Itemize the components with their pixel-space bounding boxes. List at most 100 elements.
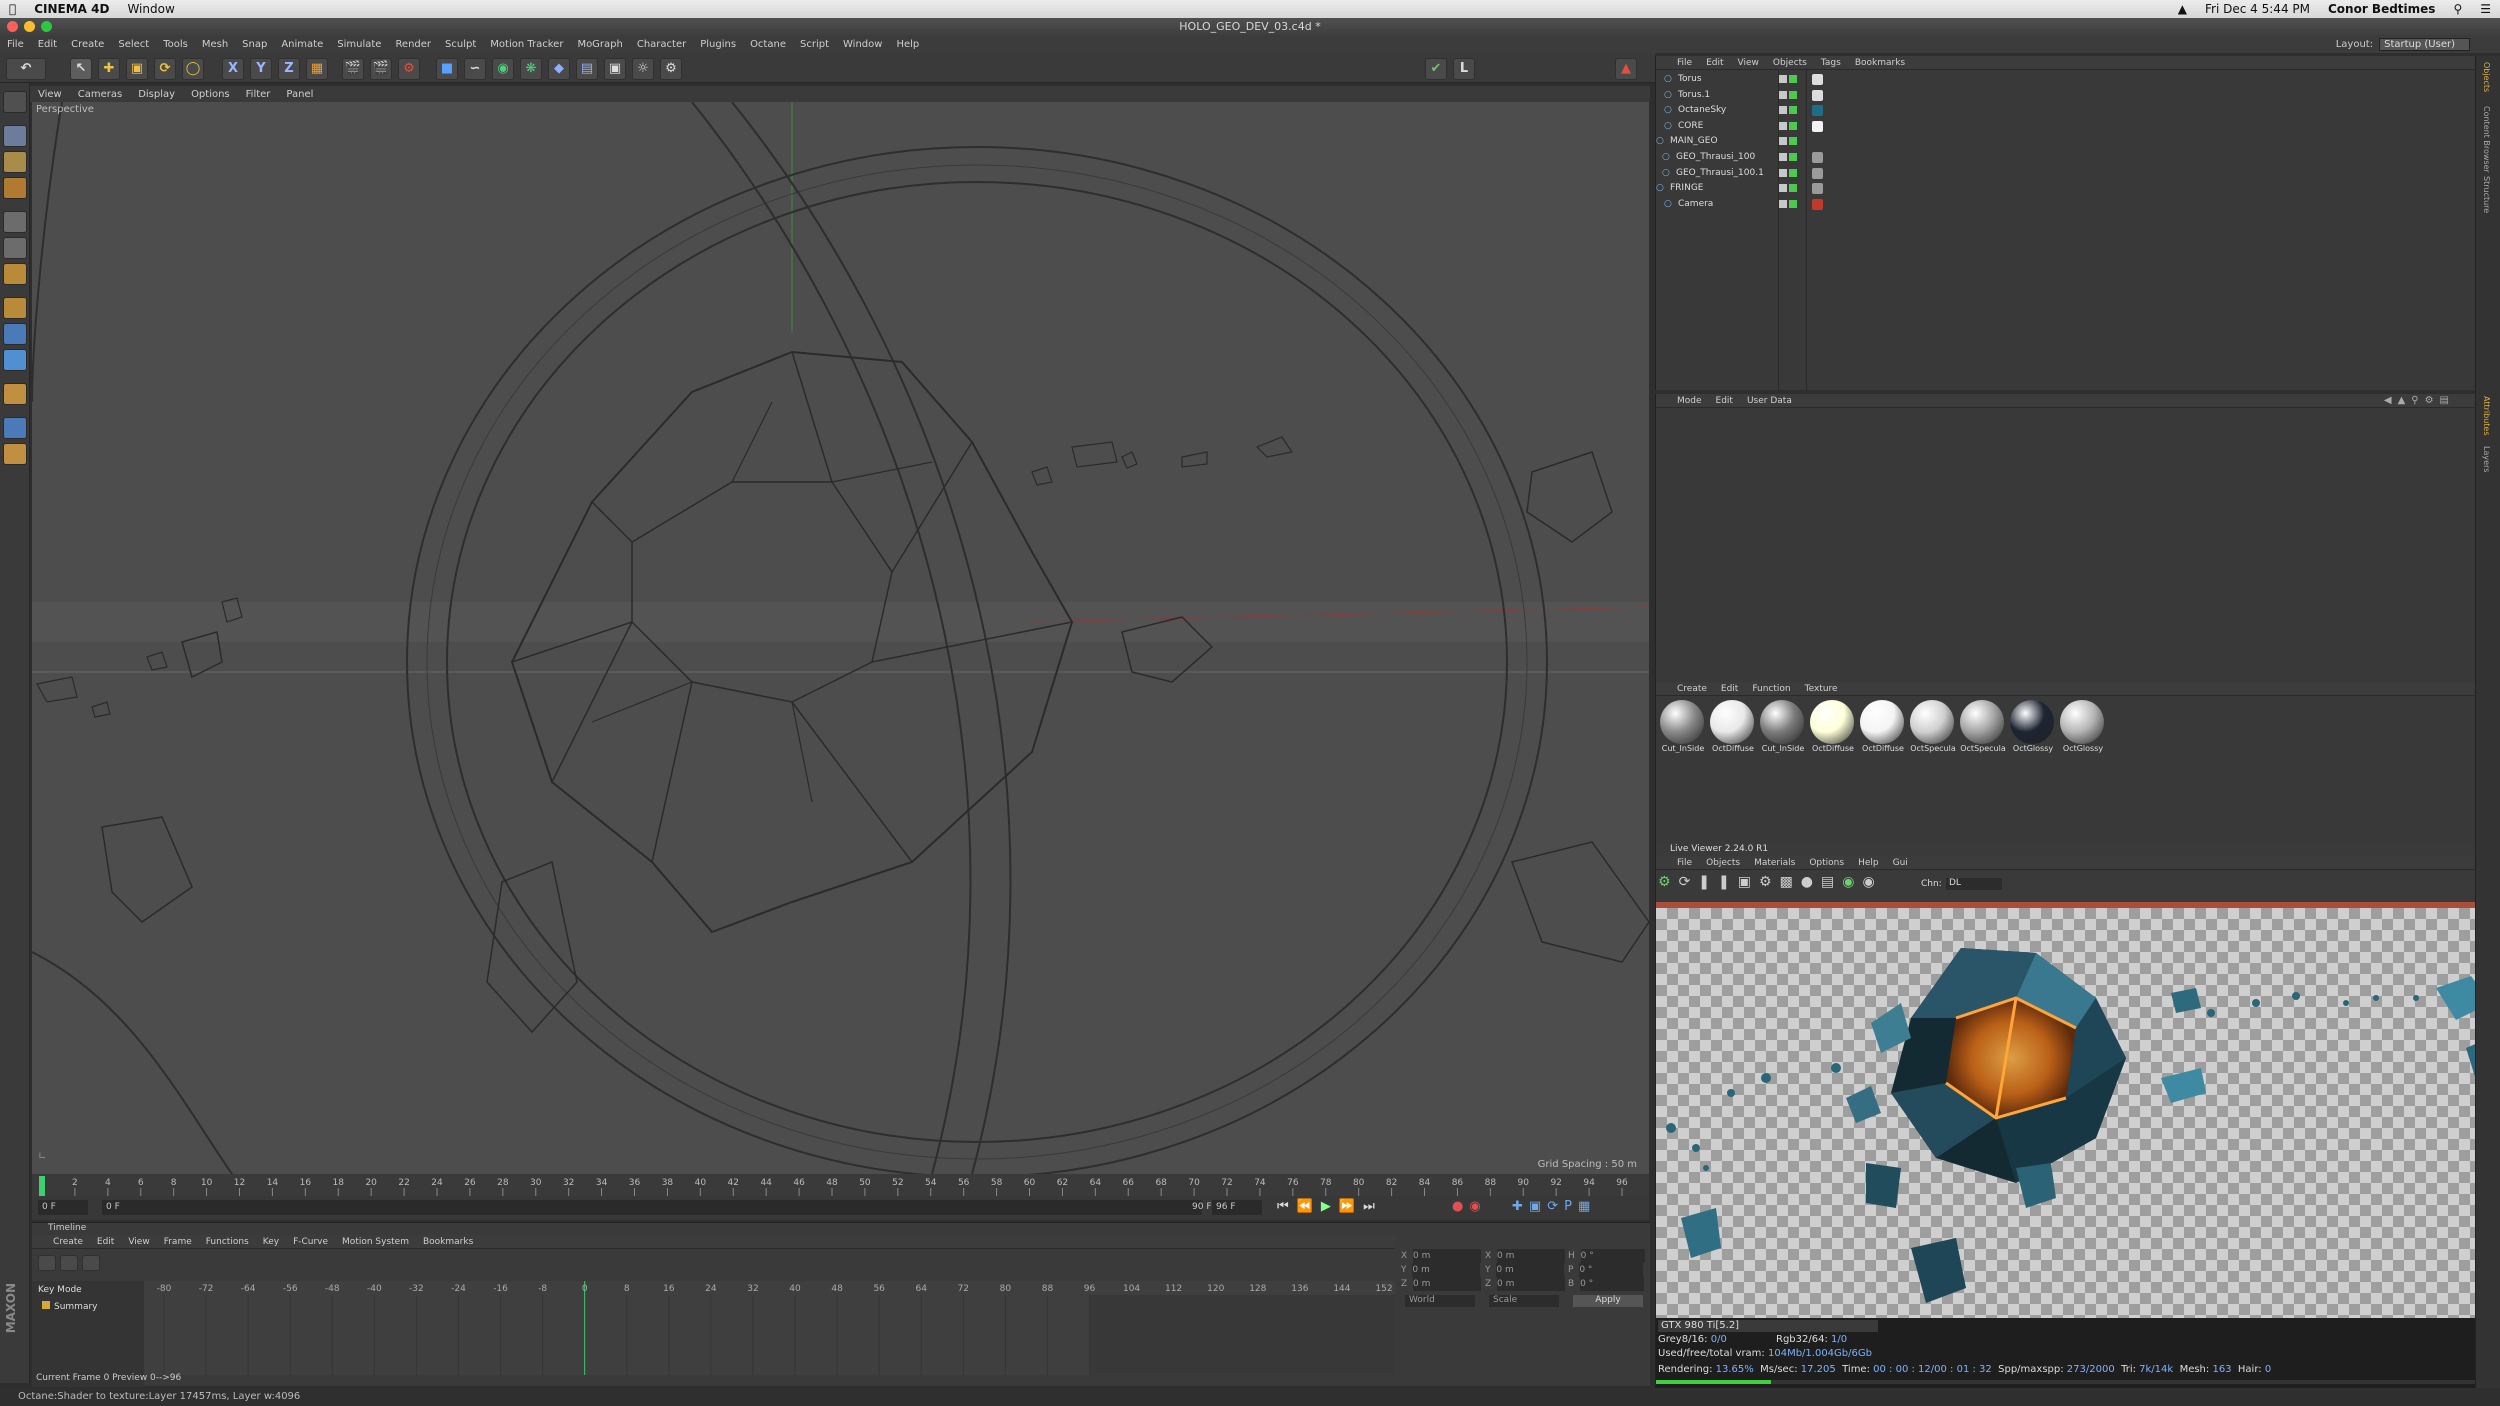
object-tag-icon[interactable] [1812, 167, 1823, 179]
axis-mode-icon[interactable] [3, 297, 27, 319]
rot-h-field[interactable]: 0 ° [1580, 1249, 1645, 1263]
tab-structure[interactable]: Structure [2482, 176, 2491, 213]
pause-icon[interactable]: ❚❚ [1698, 874, 1737, 890]
scale-icon[interactable]: ▣ [126, 58, 148, 80]
menu-plugins[interactable]: Plugins [693, 39, 743, 50]
lv-menu-gui[interactable]: Gui [1886, 858, 1915, 868]
object-tag-icon[interactable] [1812, 89, 1823, 101]
lock-icon[interactable]: L [1453, 58, 1475, 80]
timeline-menu-edit[interactable]: Edit [90, 1237, 121, 1247]
cube-icon[interactable]: ■ [436, 58, 458, 80]
rot-p-field[interactable]: 0 ° [1579, 1263, 1644, 1277]
render-settings-icon[interactable]: ⚙ [398, 58, 420, 80]
timeline-menu-view[interactable]: View [121, 1237, 156, 1247]
mat-menu-texture[interactable]: Texture [1798, 684, 1845, 694]
summary-row[interactable]: Summary [32, 1299, 144, 1314]
rotate-icon[interactable]: ⟳ [154, 58, 176, 80]
timeline-menu-frame[interactable]: Frame [157, 1237, 199, 1247]
coord-y-field[interactable]: 0 m [1412, 1263, 1481, 1277]
restart-icon[interactable]: ⟳ [1679, 874, 1699, 890]
go-start-icon[interactable]: ⏮ [1277, 1199, 1297, 1214]
pick-focus-icon[interactable]: ◉ [1842, 874, 1862, 890]
menu-mesh[interactable]: Mesh [195, 39, 235, 50]
menu-window[interactable]: Window [836, 39, 889, 50]
menu-render[interactable]: Render [388, 39, 438, 50]
om-menu-file[interactable]: File [1670, 58, 1699, 68]
record-icon[interactable]: ● [1452, 1199, 1469, 1214]
channel-dropdown[interactable]: DL [1946, 878, 2002, 890]
lv-menu-help[interactable]: Help [1851, 858, 1886, 868]
motion-mode-icon[interactable] [82, 1255, 100, 1271]
key-pla-icon[interactable]: ▦ [1578, 1199, 1596, 1214]
timeline-menu-motion-system[interactable]: Motion System [335, 1237, 416, 1247]
dopesheet-area[interactable]: -80-72-64-56-48-40-32-24-16-808162432404… [144, 1281, 1395, 1375]
object-row[interactable]: ○ GEO_Thrausi_100 [1656, 150, 2476, 165]
apple-icon[interactable]:  [0, 2, 25, 16]
tab-layers[interactable]: Layers [2482, 446, 2491, 472]
lv-menu-options[interactable]: Options [1802, 858, 1851, 868]
tab-attributes[interactable]: Attributes [2482, 396, 2491, 436]
visibility-toggle[interactable] [1779, 137, 1787, 146]
save-image-icon[interactable]: ▤ [1821, 874, 1842, 890]
send-scene-icon[interactable]: ⚙ [1658, 874, 1679, 890]
enable-checkmark-icon[interactable] [1789, 90, 1797, 99]
viewport-menu-view[interactable]: View [30, 89, 70, 100]
visibility-toggle[interactable] [1779, 121, 1787, 130]
key-scale-icon[interactable]: ▣ [1529, 1199, 1547, 1214]
object-row[interactable]: ○ FRINGE [1656, 181, 2476, 196]
fcurve-mode-icon[interactable] [60, 1255, 78, 1271]
timeline-menu-fcurve[interactable]: F-Curve [286, 1237, 335, 1247]
render-picture-icon[interactable]: 🎬 [370, 58, 392, 80]
viewport-menu-options[interactable]: Options [183, 89, 238, 100]
attr-menu-mode[interactable]: Mode [1670, 396, 1709, 406]
coord-system-icon[interactable]: ▦ [306, 58, 328, 80]
menu-sculpt[interactable]: Sculpt [438, 39, 483, 50]
layout-dropdown[interactable]: Startup (User) [2379, 37, 2470, 51]
workplane-icon[interactable]: ▲ [1615, 58, 1637, 80]
tab-content-browser[interactable]: Content Browser [2482, 106, 2491, 173]
object-row[interactable]: ○ Torus [1656, 72, 2476, 87]
frame-range-slider[interactable]: 0 F [102, 1200, 1202, 1215]
nurbs-icon[interactable]: ◉ [492, 58, 514, 80]
model-mode-icon[interactable] [3, 125, 27, 147]
y-axis-icon[interactable]: Y [250, 58, 272, 80]
enable-checkmark-icon[interactable] [1789, 75, 1797, 83]
menu-snap[interactable]: Snap [235, 39, 274, 50]
spotlight-icon[interactable]: ⚲ [2444, 2, 2471, 16]
menu-edit[interactable]: Edit [31, 39, 64, 50]
enable-checkmark-icon[interactable] [1789, 106, 1797, 115]
object-tag-icon[interactable] [1812, 152, 1823, 163]
clay-mode-icon[interactable]: ● [1801, 874, 1821, 890]
key-filter-buttons[interactable]: ✚▣⟳P▦ [1512, 1199, 1596, 1214]
attribute-nav-icons[interactable]: ◀▲⚲⚙▤ [2384, 395, 2455, 406]
select-tool-icon[interactable]: ↖ [70, 58, 92, 80]
coord-x-field[interactable]: 0 m [1413, 1249, 1482, 1263]
playhead-marker[interactable] [39, 1176, 45, 1196]
time-ruler[interactable]: 0246810121416182022242628303234363840424… [32, 1174, 1649, 1196]
viewport-menu-panel[interactable]: Panel [278, 89, 321, 100]
object-tag-icon[interactable] [1812, 198, 1823, 210]
snap-icon[interactable]: ✔ [1425, 58, 1447, 80]
pick-material-icon[interactable]: ◉ [1862, 874, 1882, 890]
enable-checkmark-icon[interactable] [1789, 168, 1797, 177]
om-menu-edit[interactable]: Edit [1699, 58, 1730, 68]
om-menu-tags[interactable]: Tags [1814, 58, 1848, 68]
om-menu-objects[interactable]: Objects [1766, 58, 1814, 68]
autokey-icon[interactable]: ◉ [1469, 1199, 1486, 1214]
move-icon[interactable]: ✚ [98, 58, 120, 80]
key-rot-icon[interactable]: ⟳ [1547, 1199, 1564, 1214]
material-swatch[interactable]: Cut_InSide [1760, 700, 1806, 753]
size-z-field[interactable]: 0 m [1497, 1277, 1566, 1291]
mat-menu-function[interactable]: Function [1745, 684, 1797, 694]
material-swatch[interactable]: Cut_InSide [1660, 700, 1706, 753]
om-menu-bookmarks[interactable]: Bookmarks [1848, 58, 1912, 68]
visibility-toggle[interactable] [1779, 153, 1787, 161]
object-tag-icon[interactable] [1812, 183, 1823, 195]
coord-scale-dropdown[interactable]: Scale [1489, 1295, 1559, 1307]
object-row[interactable]: ○ Torus.1 [1656, 88, 2476, 103]
size-y-field[interactable]: 0 m [1496, 1263, 1565, 1277]
object-row[interactable]: ○ CORE [1656, 119, 2476, 134]
mat-menu-edit[interactable]: Edit [1714, 684, 1745, 694]
om-menu-view[interactable]: View [1731, 58, 1766, 68]
menu-select[interactable]: Select [111, 39, 156, 50]
